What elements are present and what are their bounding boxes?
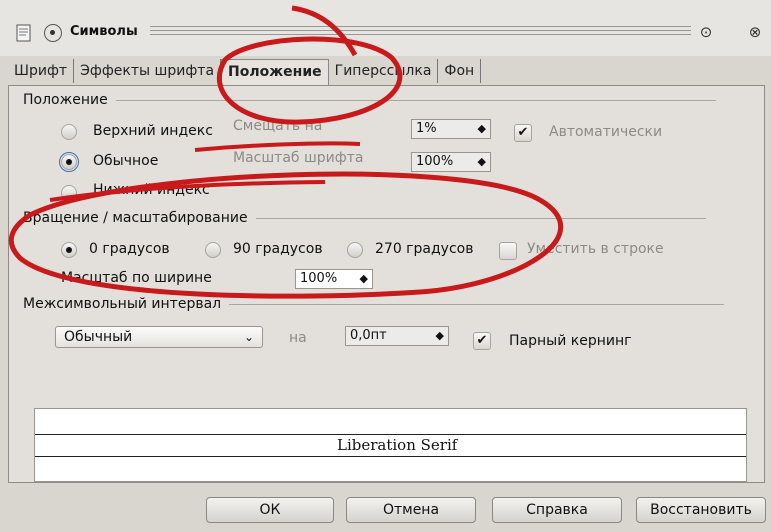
tab-font[interactable]: Шрифт: [8, 59, 75, 83]
pair-kerning-checkbox[interactable]: ✔: [473, 332, 491, 350]
superscript-radio[interactable]: [61, 124, 77, 140]
close-icon[interactable]: ⊗: [745, 22, 765, 42]
spacing-by-label: на: [289, 330, 307, 346]
tab-position[interactable]: Положение: [221, 59, 329, 86]
pair-kerning-label: Парный кернинг: [509, 333, 632, 349]
tab-font-effects[interactable]: Эффекты шрифта: [74, 59, 222, 83]
help-button[interactable]: Справка: [492, 497, 622, 523]
window-menu-icon[interactable]: [44, 24, 62, 42]
fit-to-line-label: Уместить в строке: [527, 241, 664, 257]
subscript-label: Нижний индекс: [93, 182, 210, 198]
font-scale-label: Масштаб шрифта: [233, 150, 364, 166]
titlebar-grip: [150, 26, 691, 38]
scale-width-label: Масштаб по ширине: [61, 270, 212, 286]
minimize-icon[interactable]: ⊙: [696, 22, 716, 42]
preview-font-name: Liberation Serif: [335, 436, 460, 454]
auto-checkbox[interactable]: ✔: [514, 124, 532, 142]
rotate-0-radio[interactable]: [61, 242, 77, 258]
raise-spin[interactable]: 1% ◆: [411, 119, 491, 139]
tab-background[interactable]: Фон: [438, 59, 482, 83]
fit-to-line-checkbox[interactable]: [499, 242, 517, 260]
rotate-90-label: 90 градусов: [233, 241, 323, 257]
position-heading: Положение: [23, 92, 716, 108]
tab-hyperlink[interactable]: Гиперссылка: [328, 59, 439, 83]
normal-label: Обычное: [93, 153, 159, 169]
subscript-radio[interactable]: [61, 185, 77, 201]
preview-baseline-top: [35, 434, 746, 435]
tab-bar: Шрифт Эффекты шрифта Положение Гиперссыл…: [8, 59, 482, 86]
cancel-button[interactable]: Отмена: [346, 497, 476, 523]
rotate-90-radio[interactable]: [205, 242, 221, 258]
spacing-mode-select[interactable]: Обычный ⌄: [55, 326, 263, 348]
ok-button[interactable]: ОК: [206, 497, 334, 523]
raise-label: Смещать на: [233, 118, 323, 134]
dialog-body: Шрифт Эффекты шрифта Положение Гиперссыл…: [0, 56, 771, 532]
font-preview: Liberation Serif: [34, 408, 747, 482]
reset-button[interactable]: Восстановить: [636, 497, 766, 523]
window-title: Символы: [70, 24, 138, 39]
superscript-label: Верхний индекс: [93, 123, 213, 139]
scale-width-spin[interactable]: 100% ◆: [295, 269, 373, 289]
auto-label: Автоматически: [549, 124, 663, 140]
document-icon: [16, 24, 31, 42]
rotate-0-label: 0 градусов: [89, 241, 170, 257]
window-titlebar: Символы ⊙ ⊗: [0, 0, 771, 57]
font-scale-spin[interactable]: 100% ◆: [411, 152, 491, 172]
rotate-270-radio[interactable]: [347, 242, 363, 258]
rotation-heading: Вращение / масштабирование: [23, 210, 706, 226]
rotate-270-label: 270 градусов: [375, 241, 474, 257]
spacing-heading: Межсимвольный интервал: [23, 296, 725, 312]
preview-baseline: [35, 456, 746, 457]
spacing-by-spin[interactable]: 0,0пт ◆: [345, 326, 449, 346]
normal-radio[interactable]: [59, 152, 79, 172]
